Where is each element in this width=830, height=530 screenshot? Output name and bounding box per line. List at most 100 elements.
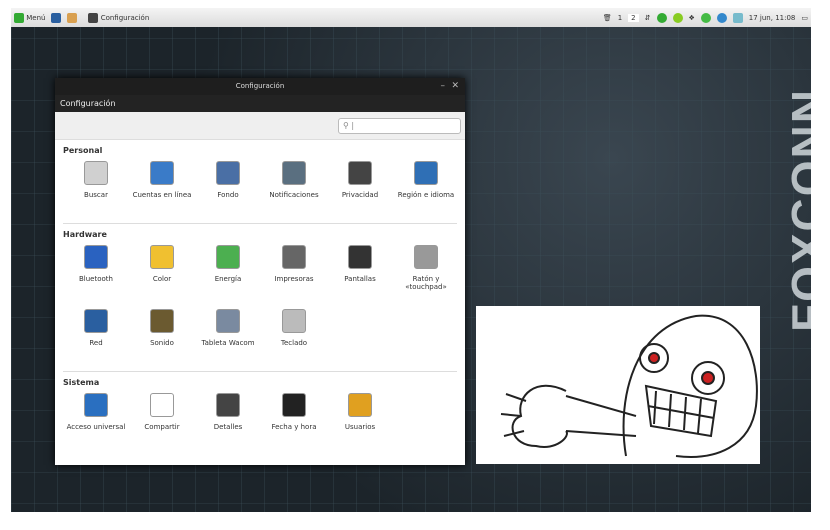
settings-item[interactable]: Pantallas: [327, 243, 393, 301]
settings-item[interactable]: Ratón y «touchpad»: [393, 243, 459, 301]
settings-item[interactable]: Impresoras: [261, 243, 327, 301]
close-button[interactable]: ✕: [451, 78, 459, 95]
network-icon: [84, 309, 108, 333]
settings-item[interactable]: Acceso universal: [63, 391, 129, 449]
taskbar-item[interactable]: Configuración: [88, 12, 150, 23]
settings-window: Configuración – ✕ Configuración ⚲ | Pers…: [55, 78, 465, 465]
settings-item-label: Usuarios: [344, 423, 376, 431]
settings-item-label: Buscar: [84, 191, 108, 199]
show-desktop-icon[interactable]: ▭: [801, 14, 808, 22]
settings-item-label: Fecha y hora: [271, 423, 317, 431]
globe-icon: [414, 161, 438, 185]
sound-icon: [150, 309, 174, 333]
settings-item[interactable]: Energía: [195, 243, 261, 301]
settings-item-label: Detalles: [213, 423, 243, 431]
browser-tray-icon[interactable]: [716, 12, 727, 23]
tray-icon[interactable]: [672, 12, 683, 23]
settings-item[interactable]: Teclado: [261, 307, 327, 365]
settings-item[interactable]: Notificaciones: [261, 159, 327, 217]
section-hardware: Hardware Bluetooth Color Energía Impresoras P…: [55, 230, 465, 365]
settings-item[interactable]: Detalles: [195, 391, 261, 449]
printer-icon: [282, 245, 306, 269]
settings-item-label: Teclado: [280, 339, 308, 347]
workspace-2[interactable]: 2: [628, 13, 639, 22]
section-personal: Personal Buscar Cuentas en línea Fondo Notif…: [55, 146, 465, 217]
share-icon: [150, 393, 174, 417]
section-sistema: Sistema Acceso universal Compartir Detalles…: [55, 378, 465, 449]
menu-icon: [14, 12, 24, 23]
tablet-icon: [216, 309, 240, 333]
network-tray-icon[interactable]: ⇵: [645, 14, 651, 22]
bluetooth-icon: [84, 245, 108, 269]
settings-item-label: Ratón y «touchpad»: [405, 275, 447, 291]
settings-item-label: Compartir: [144, 423, 180, 431]
taskbar-item-label: Configuración: [100, 13, 150, 22]
settings-item-label: Cuentas en línea: [132, 191, 192, 199]
settings-item-label: Acceso universal: [66, 423, 126, 431]
toolbar: ⚲ |: [55, 112, 465, 140]
settings-item-label: Pantallas: [344, 275, 376, 283]
section-divider: [63, 223, 457, 224]
search-icon: [84, 161, 108, 185]
settings-item[interactable]: Buscar: [63, 159, 129, 217]
settings-item[interactable]: Región e idioma: [393, 159, 459, 217]
item-grid: Acceso universal Compartir Detalles Fecha y…: [63, 391, 457, 449]
mouse-icon: [414, 245, 438, 269]
settings-item[interactable]: Cuentas en línea: [129, 159, 195, 217]
menu-button[interactable]: Menú: [14, 12, 46, 23]
settings-item[interactable]: Tableta Wacom: [195, 307, 261, 365]
meme-image: [476, 306, 760, 464]
settings-item-label: Impresoras: [274, 275, 314, 283]
search-input[interactable]: ⚲ |: [338, 118, 461, 134]
settings-item-label: Notificaciones: [269, 191, 319, 199]
settings-item[interactable]: Compartir: [129, 391, 195, 449]
settings-item-label: Privacidad: [341, 191, 379, 199]
settings-item-label: Sonido: [150, 339, 174, 347]
accessibility-icon: [84, 393, 108, 417]
volume-tray-icon[interactable]: [732, 12, 743, 23]
section-divider: [63, 371, 457, 372]
settings-app-icon: [88, 12, 99, 23]
section-title: Hardware: [63, 230, 107, 239]
top-panel: Menú Configuración 🗑 1 2 ⇵ ❖ 17 jun, 11:…: [11, 8, 811, 27]
settings-item[interactable]: Fecha y hora: [261, 391, 327, 449]
clock-icon: [282, 393, 306, 417]
settings-item[interactable]: Usuarios: [327, 391, 393, 449]
minimize-button[interactable]: –: [441, 78, 446, 95]
settings-item[interactable]: Bluetooth: [63, 243, 129, 301]
desktop: Menú Configuración 🗑 1 2 ⇵ ❖ 17 jun, 11:…: [11, 8, 811, 512]
battery-icon: [216, 245, 240, 269]
chat-tray-icon[interactable]: [656, 12, 667, 23]
files-launcher-icon[interactable]: [67, 12, 78, 23]
settings-item-label: Bluetooth: [79, 275, 113, 283]
section-title: Sistema: [63, 378, 100, 387]
display-icon: [348, 245, 372, 269]
dropbox-icon[interactable]: ❖: [689, 14, 695, 22]
details-icon: [216, 393, 240, 417]
settings-item-label: Color: [152, 275, 172, 283]
settings-item[interactable]: Sonido: [129, 307, 195, 365]
search-icon: ⚲: [343, 121, 349, 130]
section-title: Personal: [63, 146, 103, 155]
settings-item[interactable]: Privacidad: [327, 159, 393, 217]
keyboard-icon: [282, 309, 306, 333]
workspace-1[interactable]: 1: [618, 14, 622, 22]
privacy-icon: [348, 161, 372, 185]
terminal-launcher-icon[interactable]: [51, 12, 62, 23]
users-icon: [348, 393, 372, 417]
wallpaper-brand: FOXCONN: [782, 88, 811, 332]
trash-icon[interactable]: 🗑: [603, 14, 612, 22]
title-bar[interactable]: Configuración – ✕: [55, 78, 465, 95]
item-grid: Bluetooth Color Energía Impresoras Pantallas…: [63, 243, 457, 365]
settings-item-label: Fondo: [217, 191, 239, 199]
settings-item-label: Red: [89, 339, 103, 347]
clock[interactable]: 17 jun, 11:08: [749, 14, 796, 22]
settings-item[interactable]: Color: [129, 243, 195, 301]
settings-item[interactable]: Red: [63, 307, 129, 365]
app-menu[interactable]: Configuración: [55, 95, 465, 112]
settings-item[interactable]: Fondo: [195, 159, 261, 217]
menu-label: Menú: [26, 13, 46, 22]
item-grid: Buscar Cuentas en línea Fondo Notificacione…: [63, 159, 457, 217]
update-tray-icon[interactable]: [700, 12, 711, 23]
window-title: Configuración: [235, 82, 285, 90]
